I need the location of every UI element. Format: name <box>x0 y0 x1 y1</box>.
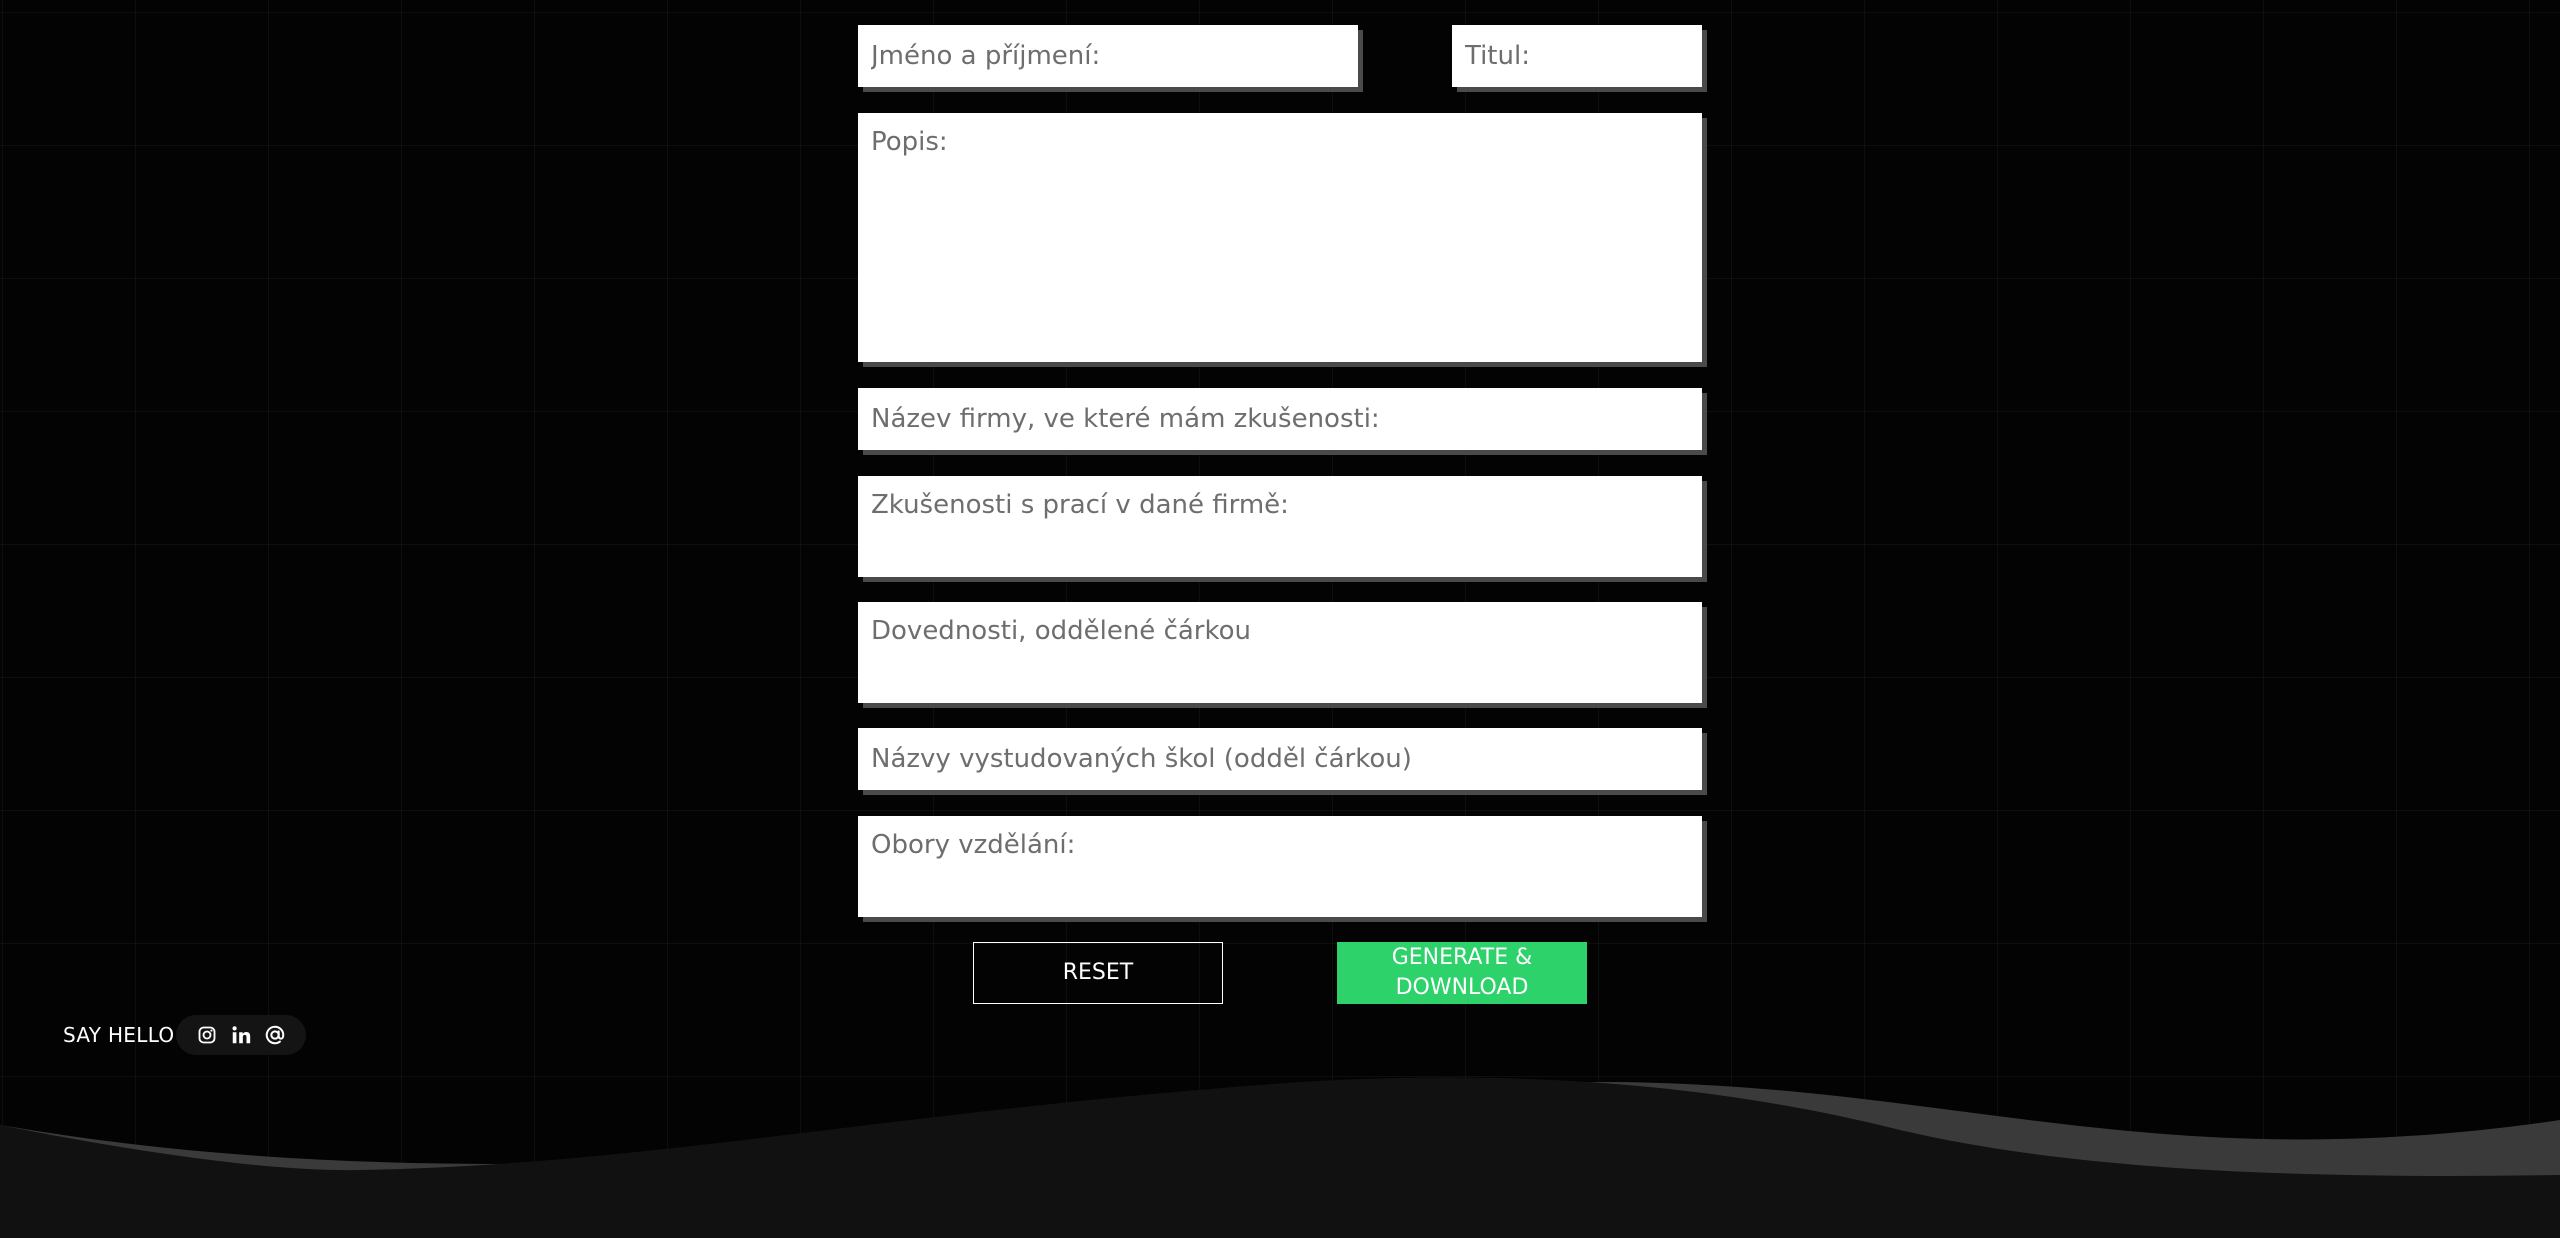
company-experience-textarea[interactable] <box>858 476 1702 577</box>
decorative-waves <box>0 1077 2560 1238</box>
title-input[interactable] <box>1452 25 1702 87</box>
social-links <box>176 1015 306 1055</box>
schools-input[interactable] <box>858 728 1702 790</box>
reset-button[interactable]: RESET <box>973 942 1223 1004</box>
page: RESET GENERATE & DOWNLOAD SAY HELLO <box>0 0 2560 1238</box>
description-textarea[interactable] <box>858 113 1702 362</box>
company-name-input[interactable] <box>858 388 1702 450</box>
name-input[interactable] <box>858 25 1358 87</box>
instagram-icon[interactable] <box>196 1024 218 1046</box>
skills-textarea[interactable] <box>858 602 1702 703</box>
say-hello-label: SAY HELLO <box>63 1023 175 1047</box>
generate-download-button[interactable]: GENERATE & DOWNLOAD <box>1337 942 1587 1004</box>
fields-of-study-textarea[interactable] <box>858 816 1702 917</box>
linkedin-icon[interactable] <box>230 1024 252 1046</box>
at-sign-icon[interactable] <box>264 1024 286 1046</box>
